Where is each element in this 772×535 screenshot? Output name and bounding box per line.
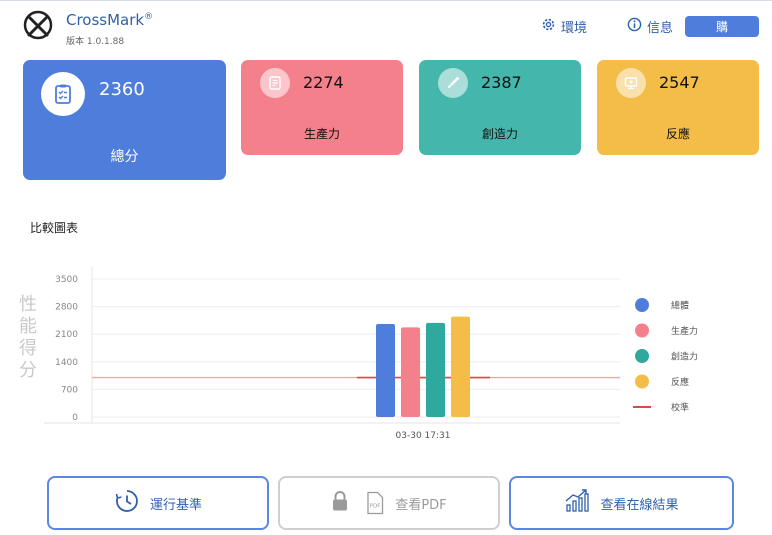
y-tick-label: 2800 (55, 303, 78, 313)
total-score-label: 總分 (110, 149, 139, 165)
monitor-icon (616, 68, 646, 98)
app-version: 版本 1.0.1.88 (66, 37, 125, 47)
total-score-value: 2360 (99, 79, 145, 100)
productivity-value: 2274 (303, 73, 344, 92)
legend-swatch (635, 298, 649, 312)
legend-label: 創造力 (671, 351, 698, 363)
card-creativity: 2387 創造力 (419, 60, 581, 155)
productivity-label: 生產力 (303, 127, 340, 141)
clock-icon (114, 488, 140, 518)
info-label: 信息 (647, 21, 674, 36)
comparison-chart: 3500 2800 2100 1400 700 0 03-30 17:31 總體生產力創造力反… (44, 267, 698, 441)
buy-button[interactable]: 購 (685, 16, 759, 37)
legend-label: 校準 (671, 402, 689, 414)
run-benchmark-label: 運行基準 (149, 497, 202, 513)
chart-growth-icon (564, 489, 590, 517)
crossmark-logo (22, 9, 54, 41)
bar-1 (376, 323, 395, 417)
brush-icon (438, 68, 468, 98)
view-online-results-button[interactable]: 查看在線結果 (509, 476, 734, 530)
bar-3 (426, 322, 445, 417)
environment-label: 環境 (561, 21, 588, 36)
x-category-label: 03-30 17:31 (396, 431, 451, 441)
view-pdf-label: 查看PDF (395, 497, 447, 513)
card-productivity: 2274 生產力 (241, 60, 403, 155)
card-responsiveness: 2547 反應 (597, 60, 759, 155)
view-online-results-label: 查看在線結果 (600, 497, 679, 513)
bar-4 (451, 316, 470, 417)
environment-button[interactable]: 環境 (541, 17, 587, 36)
y-tick-label: 2100 (55, 330, 78, 340)
comparison-chart-title: 比較圖表 (30, 221, 79, 235)
svg-text:PDF: PDF (370, 504, 381, 510)
legend-label: 總體 (671, 300, 689, 312)
y-tick-label: 700 (61, 385, 78, 395)
legend-swatch (635, 374, 649, 389)
document-icon (260, 68, 290, 98)
legend-swatch (635, 323, 649, 338)
legend-label: 反應 (671, 376, 689, 388)
creativity-value: 2387 (481, 73, 522, 92)
clipboard-icon (41, 72, 85, 116)
card-total-score: 2360 總分 (23, 60, 226, 180)
lock-icon (331, 490, 349, 516)
legend-swatch (635, 349, 649, 363)
responsiveness-label: 反應 (665, 127, 690, 141)
pdf-file-icon: PDF 查看PDF (365, 491, 447, 515)
bar-2 (401, 327, 420, 417)
creativity-label: 創造力 (481, 127, 518, 141)
run-benchmark-button[interactable]: 運行基準 (47, 476, 269, 530)
y-tick-label: 0 (72, 413, 78, 423)
y-tick-label: 1400 (55, 358, 78, 368)
y-tick-label: 3500 (55, 275, 78, 285)
responsiveness-value: 2547 (659, 73, 700, 92)
view-pdf-button[interactable]: PDF 查看PDF (278, 476, 500, 530)
legend-label: 生產力 (671, 325, 698, 337)
gear-icon (541, 17, 556, 36)
info-button[interactable]: 信息 (627, 17, 673, 36)
app-name: CrossMark® (66, 11, 154, 29)
info-icon (627, 17, 642, 36)
